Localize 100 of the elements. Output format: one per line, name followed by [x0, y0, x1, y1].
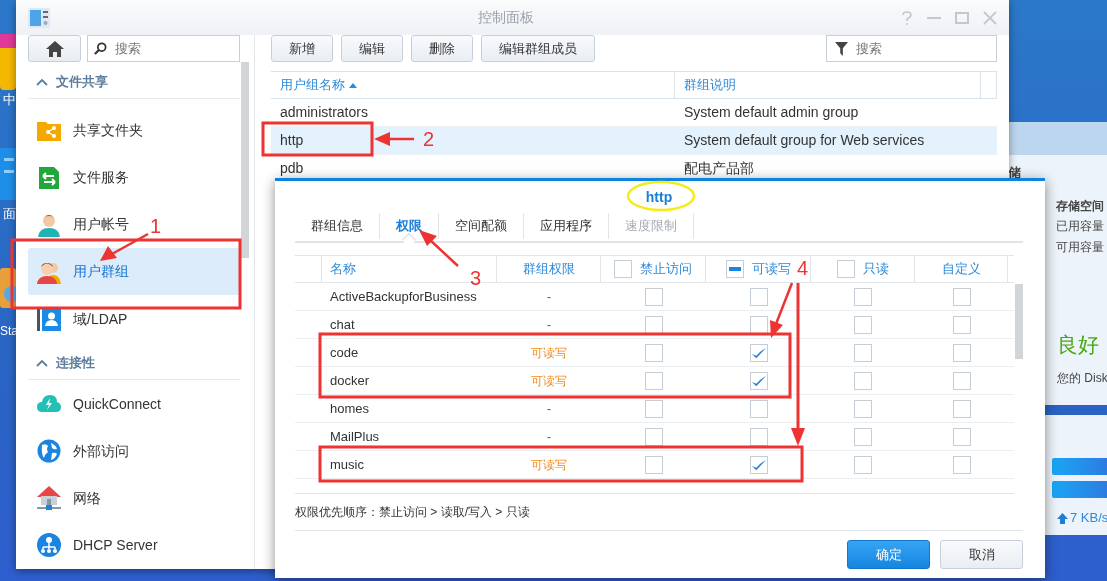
permission-value: - [547, 316, 551, 334]
app-icon [28, 7, 50, 28]
maximize-icon[interactable] [955, 10, 969, 25]
tab[interactable]: 群组信息 [295, 213, 380, 239]
checkbox[interactable] [952, 427, 971, 446]
column-header[interactable]: 只读 [862, 259, 889, 279]
checkbox[interactable] [854, 343, 872, 362]
checkbox[interactable] [749, 343, 768, 362]
permission-value: - [547, 400, 551, 418]
help-icon[interactable] [901, 10, 913, 25]
checkbox[interactable] [952, 371, 971, 390]
table-cell-text: chat [330, 315, 355, 334]
checkbox[interactable] [749, 399, 768, 418]
column-header[interactable]: 名称 [330, 259, 356, 279]
desktop-icon-label: 面 [3, 207, 16, 220]
table-cell-text: System default admin group [684, 103, 859, 122]
annotation-arrow [100, 232, 149, 261]
checkbox[interactable] [644, 399, 663, 418]
checkbox[interactable] [749, 315, 768, 334]
annotation-arrow [374, 132, 414, 146]
checkbox[interactable] [854, 455, 872, 474]
checkbox[interactable] [644, 315, 663, 334]
checkbox[interactable] [644, 343, 663, 362]
sidebar-item[interactable]: 网络 [28, 474, 101, 522]
annotation-number: 3 [470, 268, 482, 288]
checkbox[interactable] [644, 427, 663, 446]
checkbox[interactable] [854, 315, 872, 334]
widget-title: 储 [1008, 165, 1021, 181]
toolbar-button[interactable]: 编辑群组成员 [481, 35, 595, 62]
select-all-checkbox[interactable] [836, 260, 855, 278]
desktop-icon-label: 中 [3, 93, 16, 106]
collapse-icon[interactable] [36, 78, 48, 86]
close-icon[interactable] [983, 10, 997, 25]
column-header[interactable]: 可读写 [751, 259, 791, 279]
health-status: 良好 [1057, 332, 1099, 358]
checkbox[interactable] [749, 287, 768, 306]
permission-value: - [547, 288, 551, 306]
toolbar-button[interactable]: 新增 [271, 35, 333, 62]
checkbox[interactable] [749, 455, 768, 474]
checkbox[interactable] [854, 399, 872, 418]
window-title: 控制面板 [476, 8, 535, 27]
scrollbar[interactable] [1015, 284, 1023, 359]
search-field[interactable]: 搜索 [87, 35, 240, 62]
traffic-bar [1052, 481, 1107, 498]
select-all-checkbox[interactable] [614, 260, 632, 278]
checkbox[interactable] [952, 287, 971, 306]
column-header[interactable]: 禁止访问 [640, 259, 692, 279]
column-header[interactable]: 群组权限 [522, 259, 575, 279]
checkbox[interactable] [644, 455, 663, 474]
tab[interactable]: 应用程序 [524, 213, 609, 239]
home-icon [45, 40, 64, 57]
checkbox[interactable] [952, 455, 971, 474]
checkbox[interactable] [749, 427, 768, 446]
toolbar-button[interactable]: 编辑 [341, 35, 403, 62]
permission-value: 可读写 [531, 344, 567, 362]
checkbox[interactable] [749, 371, 768, 390]
checkbox[interactable] [952, 343, 971, 362]
permission-value: - [547, 428, 551, 446]
table-cell-text: docker [330, 371, 370, 390]
sidebar-item[interactable]: 用户帐号 [28, 201, 129, 249]
cancel-button[interactable]: 取消 [940, 540, 1023, 569]
highlight-ellipse [626, 180, 696, 212]
checkbox[interactable] [854, 287, 872, 306]
health-message: 您的 Disk [1057, 371, 1107, 386]
search-icon [94, 41, 107, 56]
sidebar-item[interactable]: 外部访问 [28, 427, 129, 475]
checkbox[interactable] [854, 427, 872, 446]
checkbox[interactable] [644, 371, 663, 390]
column-header[interactable]: 自定义 [941, 259, 981, 279]
checkbox[interactable] [952, 315, 971, 334]
toolbar-button[interactable]: 删除 [411, 35, 473, 62]
sidebar-item[interactable]: 用户群组 [28, 248, 240, 296]
table-cell-text: ActiveBackupforBusiness [330, 287, 477, 306]
annotation-number: 1 [150, 216, 162, 236]
annotation-number: 4 [797, 258, 809, 278]
table-cell-text: pdb [280, 159, 304, 178]
checkbox[interactable] [854, 371, 872, 390]
checkbox[interactable] [952, 399, 971, 418]
upload-icon [1057, 513, 1068, 524]
sidebar-item[interactable]: 文件服务 [28, 154, 129, 202]
scrollbar[interactable] [241, 62, 249, 258]
checkbox[interactable] [644, 287, 663, 306]
tab[interactable]: 空间配额 [439, 213, 524, 239]
column-header[interactable]: 用户组名称 [271, 72, 675, 98]
dialog-title: http [645, 187, 673, 207]
column-header[interactable]: 群组说明 [675, 72, 981, 98]
storage-title: 存储空间 [1056, 199, 1104, 214]
collapse-icon[interactable] [36, 358, 48, 367]
select-all-checkbox[interactable] [725, 260, 744, 278]
sidebar-item[interactable]: QuickConnect [28, 380, 161, 428]
sidebar-item[interactable]: 共享文件夹 [28, 107, 143, 155]
sidebar-item[interactable]: DHCP Server [28, 521, 158, 569]
permission-value: 可读写 [531, 372, 567, 390]
sidebar-item[interactable]: 域/LDAP [28, 295, 128, 343]
file-transfer-icon [37, 165, 61, 190]
filter-field[interactable]: 搜索 [826, 35, 997, 62]
section-title: 文件共享 [56, 73, 108, 92]
home-button[interactable] [28, 35, 81, 62]
table-cell-text: 配电产品部 [684, 159, 754, 178]
globe-icon [37, 439, 61, 464]
